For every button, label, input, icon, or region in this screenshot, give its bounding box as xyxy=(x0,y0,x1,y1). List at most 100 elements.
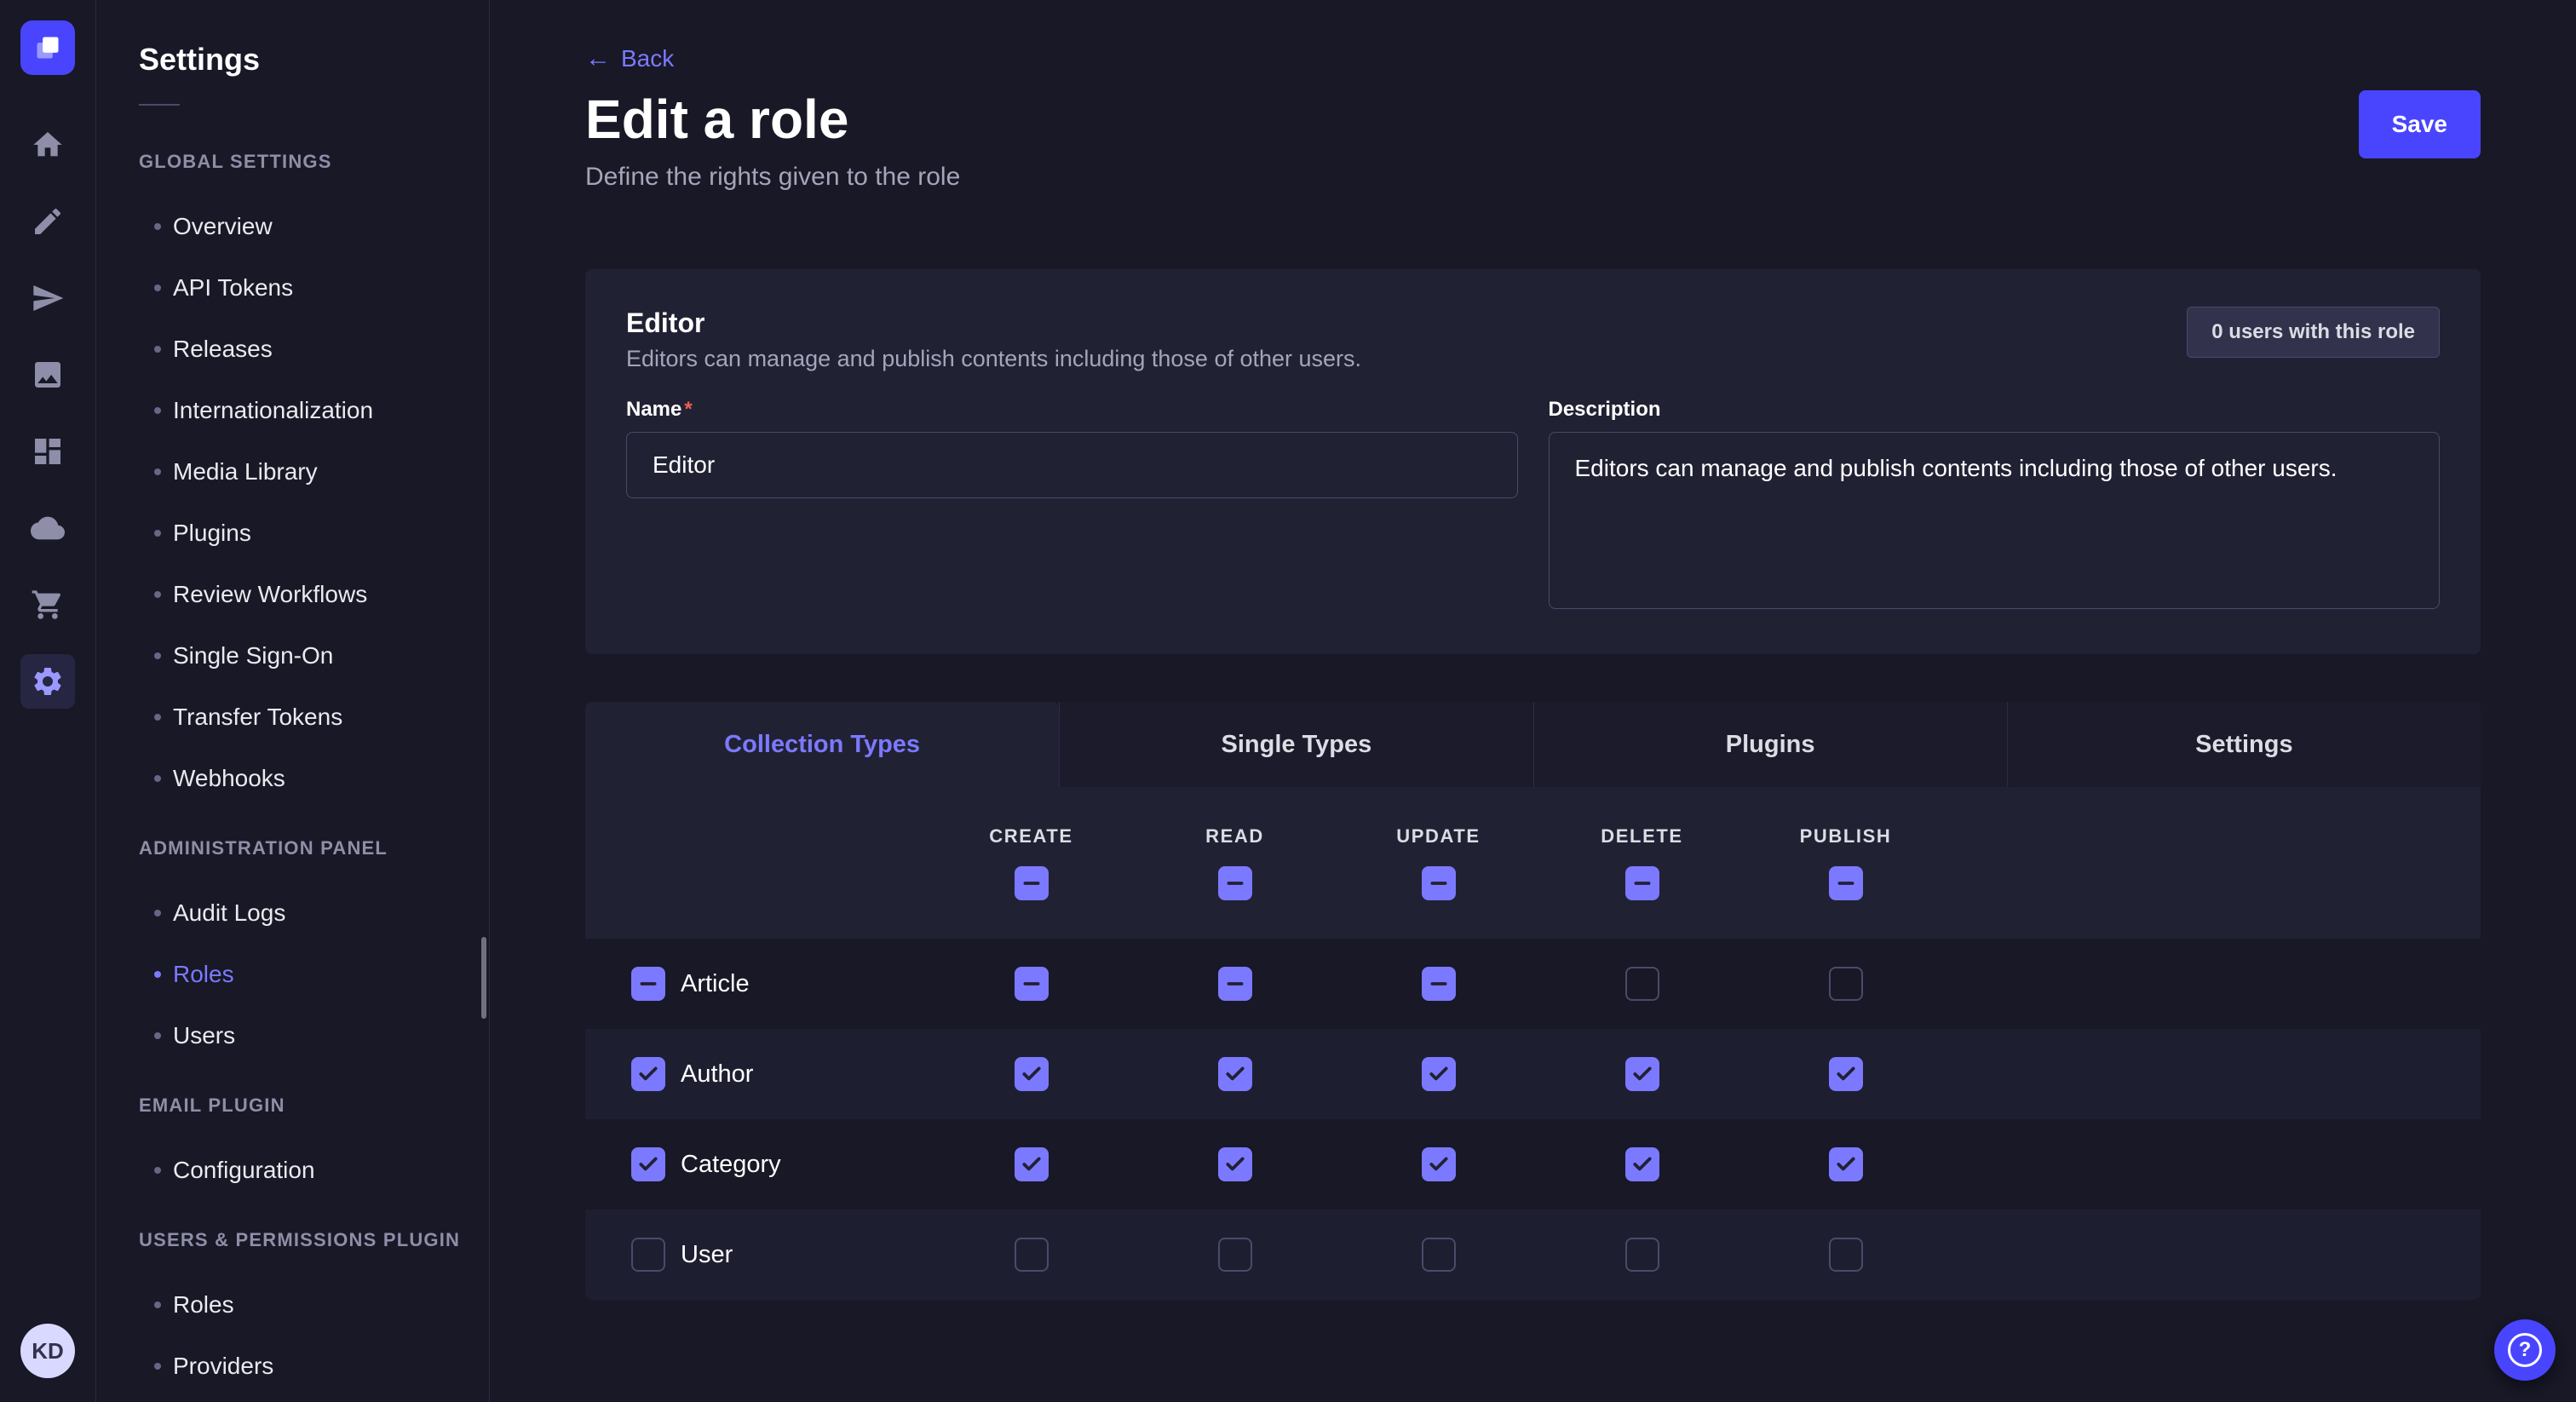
minus-icon xyxy=(1428,973,1450,995)
category-row-checkbox[interactable] xyxy=(631,1147,665,1181)
category-publish-checkbox[interactable] xyxy=(1829,1147,1863,1181)
column-header-create: CREATE xyxy=(929,825,1133,900)
nav-section-heading: GLOBAL SETTINGS xyxy=(139,150,489,174)
minus-icon xyxy=(1428,872,1450,894)
sidebar-item-providers[interactable]: Providers xyxy=(96,1336,489,1397)
check-icon xyxy=(1224,1153,1246,1175)
select-all-publish-checkbox[interactable] xyxy=(1829,866,1863,900)
users-with-role-badge[interactable]: 0 users with this role xyxy=(2187,307,2440,358)
cloud-icon xyxy=(31,511,65,545)
sidebar-item-label: API Tokens xyxy=(173,274,293,302)
permissions-table: CREATEREADUPDATEDELETEPUBLISH ArticleAut… xyxy=(585,787,2481,1300)
strapi-logo[interactable] xyxy=(20,20,75,75)
sidebar-item-overview[interactable]: Overview xyxy=(96,196,489,257)
save-button[interactable]: Save xyxy=(2359,90,2481,158)
check-icon xyxy=(1631,1153,1653,1175)
rail-item-home[interactable] xyxy=(20,118,75,172)
help-button[interactable]: ? xyxy=(2494,1319,2556,1381)
row-name-cell: Article xyxy=(585,967,929,1001)
sidebar-item-media-library[interactable]: Media Library xyxy=(96,441,489,503)
back-link[interactable]: ← Back xyxy=(585,44,674,73)
category-read-checkbox[interactable] xyxy=(1218,1147,1252,1181)
check-icon xyxy=(1021,1153,1043,1175)
sidebar-item-roles[interactable]: Roles xyxy=(96,1274,489,1336)
rail-item-cart[interactable] xyxy=(20,577,75,632)
select-all-delete-checkbox[interactable] xyxy=(1625,866,1659,900)
sidebar-item-label: Review Workflows xyxy=(173,581,367,608)
rail-item-cloud[interactable] xyxy=(20,501,75,555)
author-row-checkbox[interactable] xyxy=(631,1057,665,1091)
sidebar-item-label: Releases xyxy=(173,336,273,363)
bullet-icon xyxy=(154,1032,161,1039)
nav-section-heading: EMAIL PLUGIN xyxy=(139,1094,489,1118)
subnav-scrollbar-thumb[interactable] xyxy=(481,937,486,1019)
author-publish-checkbox[interactable] xyxy=(1829,1057,1863,1091)
sidebar-item-label: Providers xyxy=(173,1353,273,1380)
select-all-create-checkbox[interactable] xyxy=(1015,866,1049,900)
tab-single-types[interactable]: Single Types xyxy=(1059,702,1532,787)
sidebar-item-transfer-tokens[interactable]: Transfer Tokens xyxy=(96,687,489,748)
user-create-checkbox[interactable] xyxy=(1015,1238,1049,1272)
settings-subnav: Settings GLOBAL SETTINGSOverviewAPI Toke… xyxy=(96,0,490,1402)
user-delete-checkbox[interactable] xyxy=(1625,1238,1659,1272)
check-icon xyxy=(1631,1063,1653,1085)
pen-icon xyxy=(31,204,65,238)
author-delete-checkbox[interactable] xyxy=(1625,1057,1659,1091)
rail-item-media-library[interactable] xyxy=(20,348,75,402)
author-create-checkbox[interactable] xyxy=(1015,1057,1049,1091)
bullet-icon xyxy=(154,1363,161,1370)
article-publish-checkbox[interactable] xyxy=(1829,967,1863,1001)
sidebar-item-users[interactable]: Users xyxy=(96,1005,489,1066)
user-avatar[interactable]: KD xyxy=(20,1324,75,1378)
author-read-checkbox[interactable] xyxy=(1218,1057,1252,1091)
sidebar-item-review-workflows[interactable]: Review Workflows xyxy=(96,564,489,625)
name-label: Name* xyxy=(626,398,1518,422)
article-update-checkbox[interactable] xyxy=(1422,967,1456,1001)
check-icon xyxy=(1224,1063,1246,1085)
user-publish-checkbox[interactable] xyxy=(1829,1238,1863,1272)
rail-item-paper-plane[interactable] xyxy=(20,271,75,325)
rail-item-settings[interactable] xyxy=(20,654,75,709)
user-update-checkbox[interactable] xyxy=(1422,1238,1456,1272)
permission-row-category: Category xyxy=(585,1119,2481,1210)
sidebar-item-single-sign-on[interactable]: Single Sign-On xyxy=(96,625,489,687)
nav-section: EMAIL PLUGIN Configuration xyxy=(96,1094,489,1201)
category-delete-checkbox[interactable] xyxy=(1625,1147,1659,1181)
row-name-cell: Category xyxy=(585,1147,929,1181)
sidebar-item-webhooks[interactable]: Webhooks xyxy=(96,748,489,809)
bullet-icon xyxy=(154,407,161,414)
category-create-checkbox[interactable] xyxy=(1015,1147,1049,1181)
settings-icon xyxy=(31,664,65,698)
article-create-checkbox[interactable] xyxy=(1015,967,1049,1001)
sidebar-item-roles[interactable]: Roles xyxy=(96,944,489,1005)
sidebar-item-audit-logs[interactable]: Audit Logs xyxy=(96,882,489,944)
required-asterisk: * xyxy=(684,398,692,421)
user-row-checkbox[interactable] xyxy=(631,1238,665,1272)
bullet-icon xyxy=(154,223,161,230)
tab-plugins[interactable]: Plugins xyxy=(1533,702,2007,787)
sidebar-item-releases[interactable]: Releases xyxy=(96,319,489,380)
rail-item-pen[interactable] xyxy=(20,194,75,249)
article-read-checkbox[interactable] xyxy=(1218,967,1252,1001)
select-all-update-checkbox[interactable] xyxy=(1422,866,1456,900)
role-description-input[interactable]: Editors can manage and publish contents … xyxy=(1549,432,2441,609)
sidebar-item-label: Audit Logs xyxy=(173,899,285,927)
article-delete-checkbox[interactable] xyxy=(1625,967,1659,1001)
sidebar-item-plugins[interactable]: Plugins xyxy=(96,503,489,564)
permission-row-article: Article xyxy=(585,939,2481,1029)
sidebar-item-configuration[interactable]: Configuration xyxy=(96,1140,489,1201)
tab-settings[interactable]: Settings xyxy=(2007,702,2481,787)
bullet-icon xyxy=(154,1301,161,1308)
category-update-checkbox[interactable] xyxy=(1422,1147,1456,1181)
minus-icon xyxy=(637,973,659,995)
author-update-checkbox[interactable] xyxy=(1422,1057,1456,1091)
tab-collection-types[interactable]: Collection Types xyxy=(585,702,1059,787)
article-row-checkbox[interactable] xyxy=(631,967,665,1001)
select-all-read-checkbox[interactable] xyxy=(1218,866,1252,900)
sidebar-item-internationalization[interactable]: Internationalization xyxy=(96,380,489,441)
user-read-checkbox[interactable] xyxy=(1218,1238,1252,1272)
rail-item-layout[interactable] xyxy=(20,424,75,479)
role-name-input[interactable] xyxy=(626,432,1518,498)
sidebar-item-api-tokens[interactable]: API Tokens xyxy=(96,257,489,319)
minus-icon xyxy=(1021,973,1043,995)
